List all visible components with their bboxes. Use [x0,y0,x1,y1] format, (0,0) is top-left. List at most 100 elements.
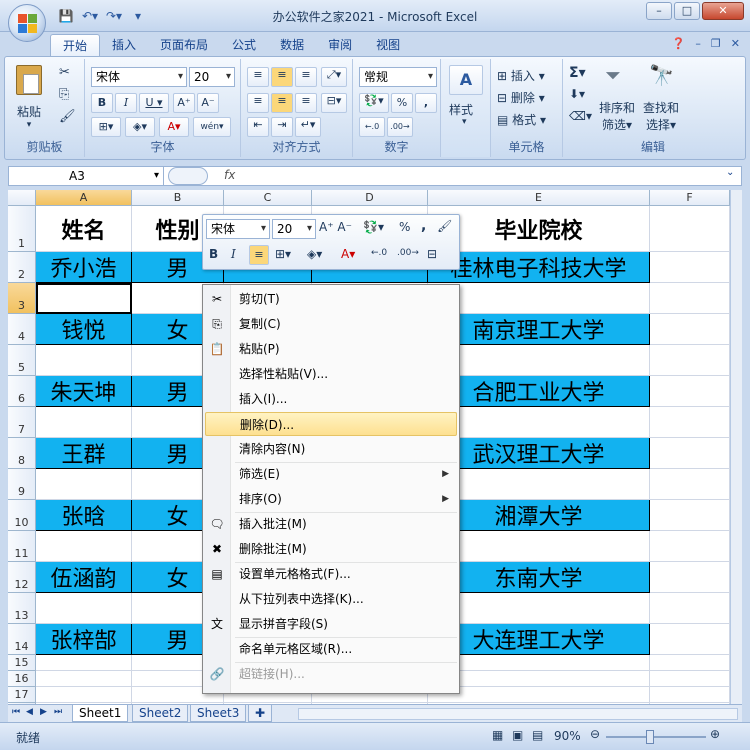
first-sheet-icon[interactable]: ⏮ [12,707,20,717]
cell-f10[interactable] [650,500,730,531]
styles-icon[interactable]: A [449,65,483,95]
row-header[interactable]: 6 [8,376,36,407]
phonetic-icon[interactable]: wén▾ [193,117,231,137]
decrease-indent-icon[interactable]: ⇤ [247,117,269,137]
menu-item-10[interactable]: ✖ 删除批注(M) [205,537,457,561]
cell-f2[interactable] [650,252,730,283]
menu-item-11[interactable]: ▤ 设置单元格格式(F)... [205,562,457,586]
cell-a5[interactable] [36,345,132,376]
maximize-button[interactable]: □ [674,2,700,20]
fill-color-icon[interactable]: ◈▾ [125,117,155,137]
row-header[interactable]: 1 [8,206,36,252]
row-header[interactable]: 4 [8,314,36,345]
row-header[interactable]: 11 [8,531,36,562]
cell-a1[interactable]: 姓名 [36,206,132,252]
page-break-view-icon[interactable]: ▤ [532,728,543,742]
row-header[interactable]: 3 [8,283,36,314]
sort-filter-icon[interactable]: ⏷ [605,63,621,87]
cell-e3[interactable] [428,283,650,314]
close-button[interactable]: ✕ [702,2,744,20]
fill-icon[interactable]: ⬇▾ [569,87,585,101]
column-header-f[interactable]: F [650,190,730,206]
mini-decrease-decimal-icon[interactable]: .00→ [397,248,419,258]
align-bottom-icon[interactable]: ≡ [295,67,317,87]
decrease-decimal-icon[interactable]: .00→ [387,117,413,137]
row-header[interactable]: 7 [8,407,36,438]
mini-grow-font-icon[interactable]: A⁺ A⁻ [319,220,352,234]
mini-fill-color-icon[interactable]: ◈▾ [307,247,322,261]
mini-font-size-select[interactable]: 20 [272,219,316,239]
office-button[interactable] [8,4,46,42]
cell-f4[interactable] [650,314,730,345]
cell-a12[interactable]: 伍涵韵 [36,562,132,593]
zoom-level[interactable]: 90% [554,729,581,743]
copy-icon[interactable]: ⎘ [59,87,69,102]
zoom-in-icon[interactable]: ⊕ [710,727,720,741]
menu-item-7[interactable]: 筛选(E) ▶ [205,462,457,486]
mini-font-name-select[interactable]: 宋体 [206,219,270,239]
column-header-d[interactable]: D [312,190,428,206]
row-header[interactable]: 15 [8,655,36,671]
mini-format-painter-icon[interactable]: 🖌 [437,219,452,233]
align-middle-icon[interactable]: ≡ [271,67,293,87]
cell-e6[interactable]: 合肥工业大学 [428,376,650,407]
sort-filter-button[interactable]: 排序和 筛选▾ [599,99,635,133]
row-header[interactable]: 16 [8,671,36,687]
row-header[interactable]: 12 [8,562,36,593]
number-format-select[interactable]: 常规 [359,67,437,87]
sheet-tab-3[interactable]: Sheet3 [190,705,247,722]
cell-f12[interactable] [650,562,730,593]
bold-button[interactable]: B [91,93,113,113]
cell-a6[interactable]: 朱天坤 [36,376,132,407]
cell-e4[interactable]: 南京理工大学 [428,314,650,345]
column-header-a[interactable]: A [36,190,132,206]
help-icon[interactable]: ❓ [672,37,686,50]
cell-e8[interactable]: 武汉理工大学 [428,438,650,469]
column-header-b[interactable]: B [132,190,224,206]
name-box[interactable]: A3 [8,166,164,186]
shrink-font-icon[interactable]: A⁻ [197,93,219,113]
cell-f6[interactable] [650,376,730,407]
cell-a11[interactable] [36,531,132,562]
cell-e1[interactable]: 毕业院校 [428,206,650,252]
tab-view[interactable]: 视图 [364,34,412,56]
sheet-tab-2[interactable]: Sheet2 [132,705,189,722]
column-header-c[interactable]: C [224,190,312,206]
row-header[interactable]: 17 [8,687,36,703]
vertical-scrollbar[interactable] [730,190,742,704]
column-header-e[interactable]: E [428,190,650,206]
find-select-button[interactable]: 查找和 选择▾ [643,99,679,133]
cell-a13[interactable] [36,593,132,624]
format-painter-icon[interactable]: 🖌 [59,109,76,124]
increase-indent-icon[interactable]: ⇥ [271,117,293,137]
align-top-icon[interactable]: ≡ [247,67,269,87]
row-header[interactable]: 10 [8,500,36,531]
cell-f1[interactable] [650,206,730,252]
minimize-button[interactable]: – [646,2,672,20]
menu-item-9[interactable]: 🗨 插入批注(M) [205,512,457,536]
cell-e10[interactable]: 湘潭大学 [428,500,650,531]
insert-sheet-icon[interactable]: ✚ [248,705,272,722]
font-size-select[interactable]: 20 [189,67,235,87]
mini-percent-icon[interactable]: % [399,220,410,234]
menu-item-14[interactable]: 命名单元格区域(R)... [205,637,457,661]
cell-e9[interactable] [428,469,650,500]
wrap-text-icon[interactable]: ↵▾ [295,117,321,137]
zoom-slider-thumb[interactable] [646,730,654,744]
cell-e5[interactable] [428,345,650,376]
tab-formulas[interactable]: 公式 [220,34,268,56]
cell-a16[interactable] [36,671,132,687]
expand-formula-bar-icon[interactable]: ⌄ [726,167,734,178]
normal-view-icon[interactable]: ▦ [492,728,503,742]
cell-e17[interactable] [428,687,650,703]
cell-a15[interactable] [36,655,132,671]
cell-a8[interactable]: 王群 [36,438,132,469]
cell-e14[interactable]: 大连理工大学 [428,624,650,655]
close-workbook-icon[interactable]: ✕ [731,37,740,50]
cell-f11[interactable] [650,531,730,562]
cut-icon[interactable]: ✂ [59,65,70,80]
insert-cells-button[interactable]: ⊞ 插入 ▾ [497,67,545,84]
mini-center-icon[interactable]: ≡ [249,245,269,265]
mini-comma-icon[interactable]: , [421,218,426,234]
row-header[interactable]: 8 [8,438,36,469]
